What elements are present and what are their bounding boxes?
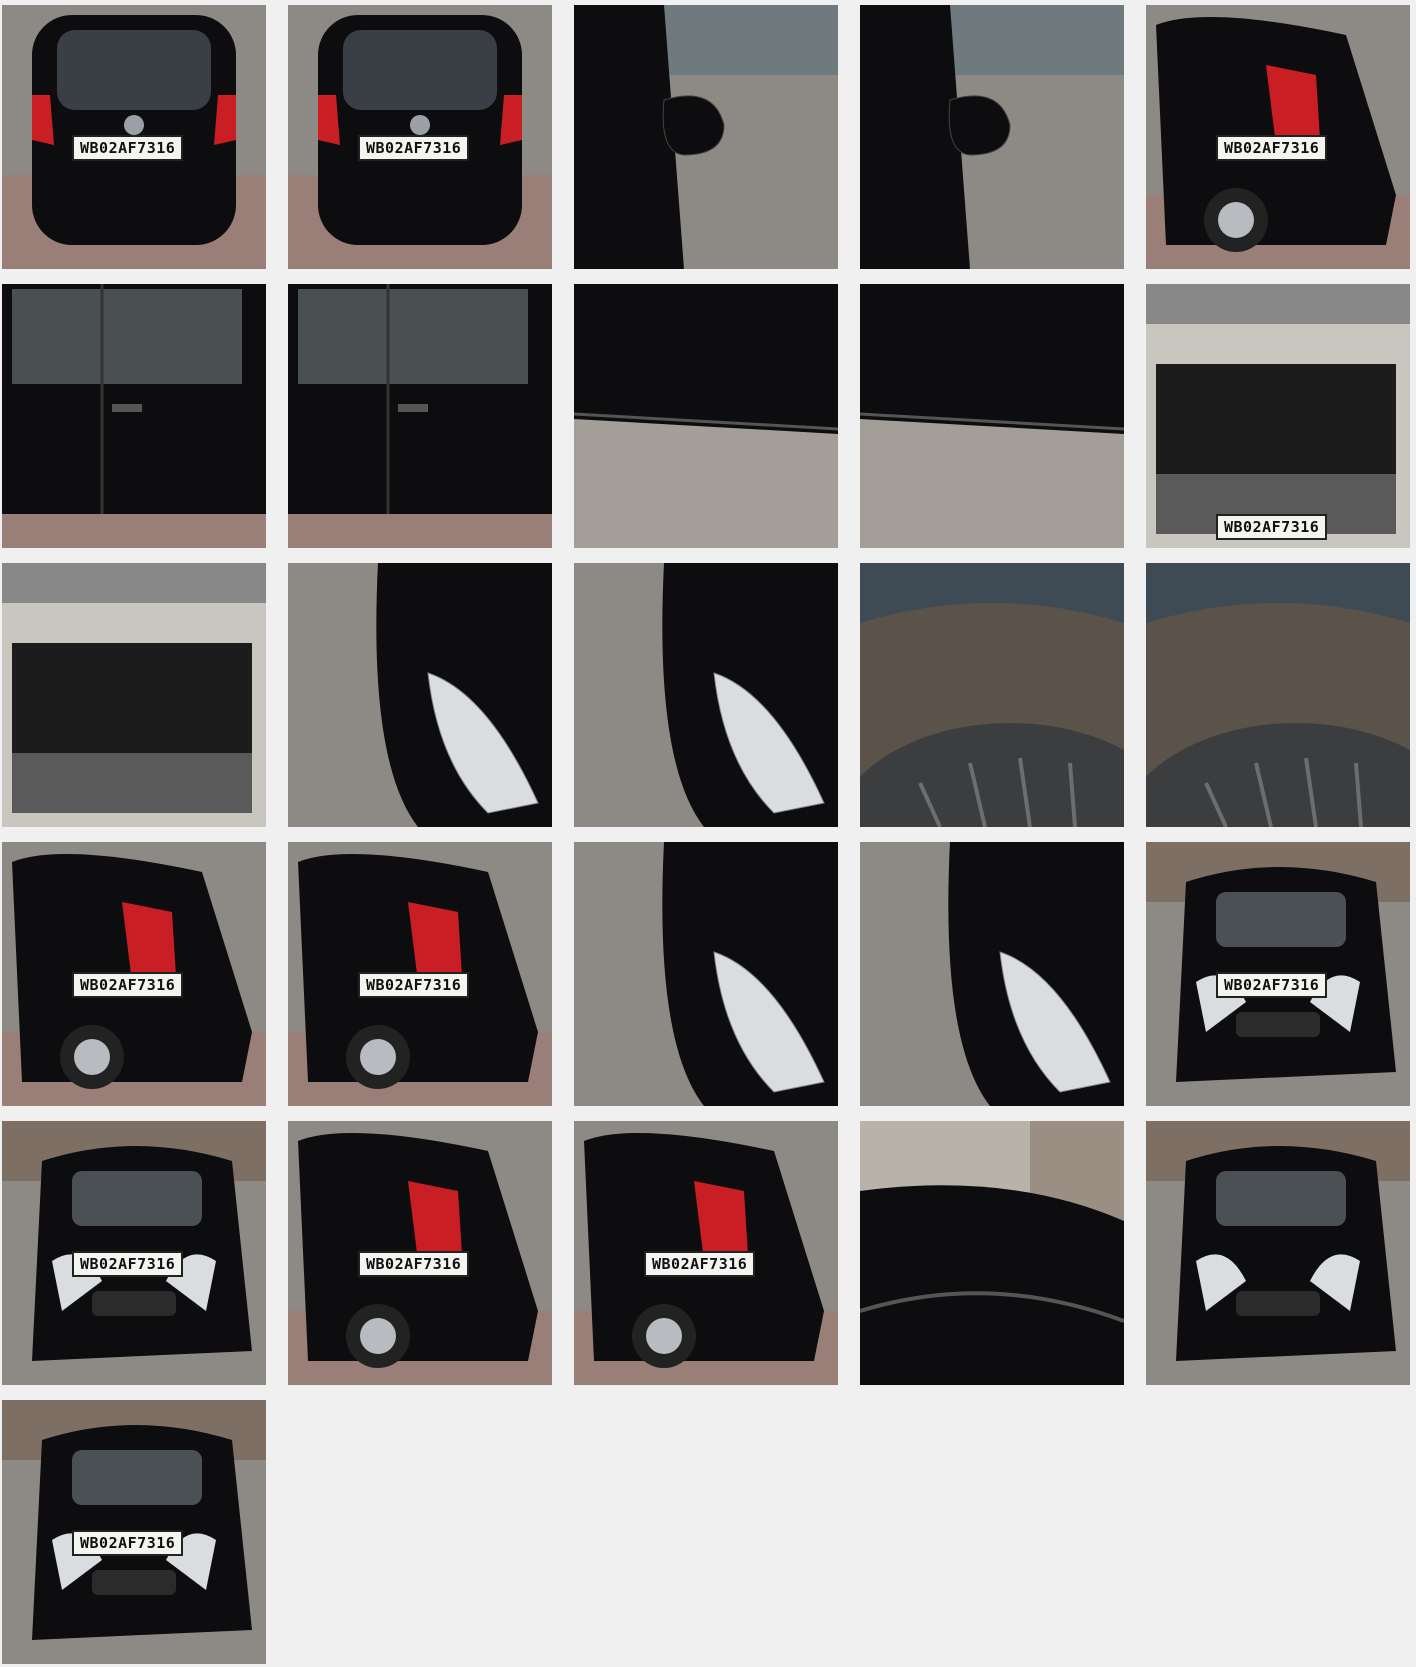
photo-thumbnail[interactable] <box>574 842 838 1106</box>
car-photo-front <box>1146 1121 1410 1385</box>
car-photo-boot <box>2 563 266 827</box>
license-plate: WB02AF7316 <box>72 972 184 998</box>
license-plate: WB02AF7316 <box>72 1530 184 1556</box>
photo-thumbnail[interactable]: WB02AF7316 <box>288 5 552 269</box>
car-photo-door-sill <box>860 284 1124 548</box>
photo-thumbnail[interactable]: WB02AF7316 <box>288 842 552 1106</box>
car-photo-headlight <box>574 563 838 827</box>
license-plate: WB02AF7316 <box>1216 514 1328 540</box>
license-plate: WB02AF7316 <box>72 135 184 161</box>
car-photo-roof <box>860 1121 1124 1385</box>
photo-thumbnail[interactable] <box>2 563 266 827</box>
car-photo-doors <box>2 284 266 548</box>
car-photo-doors <box>288 284 552 548</box>
photo-thumbnail[interactable] <box>2 284 266 548</box>
photo-thumbnail[interactable]: WB02AF7316 <box>574 1121 838 1385</box>
photo-thumbnail[interactable]: WB02AF7316 <box>2 5 266 269</box>
photo-thumbnail[interactable] <box>860 284 1124 548</box>
photo-thumbnail[interactable] <box>288 563 552 827</box>
photo-thumbnail[interactable] <box>574 5 838 269</box>
photo-thumbnail[interactable]: WB02AF7316 <box>2 1400 266 1664</box>
car-photo-headlight <box>860 842 1124 1106</box>
license-plate: WB02AF7316 <box>72 1251 184 1277</box>
photo-thumbnail[interactable]: WB02AF7316 <box>1146 5 1410 269</box>
car-photo-headlight <box>288 563 552 827</box>
photo-thumbnail[interactable] <box>1146 1121 1410 1385</box>
license-plate: WB02AF7316 <box>1216 135 1328 161</box>
car-photo-boot <box>1146 284 1410 548</box>
license-plate: WB02AF7316 <box>358 135 470 161</box>
car-photo-wheel-arch <box>860 563 1124 827</box>
photo-thumbnail[interactable] <box>860 1121 1124 1385</box>
car-photo-door-sill <box>574 284 838 548</box>
photo-thumbnail[interactable]: WB02AF7316 <box>2 1121 266 1385</box>
license-plate: WB02AF7316 <box>1216 972 1328 998</box>
car-photo-headlight <box>574 842 838 1106</box>
car-photo-wheel-arch <box>1146 563 1410 827</box>
photo-thumbnail[interactable] <box>288 284 552 548</box>
license-plate: WB02AF7316 <box>358 972 470 998</box>
photo-gallery: WB02AF7316 WB02AF7316 WB02AF7316 WB02AF7… <box>0 0 1416 1667</box>
photo-thumbnail[interactable] <box>574 563 838 827</box>
photo-thumbnail[interactable] <box>860 563 1124 827</box>
photo-thumbnail[interactable] <box>1146 563 1410 827</box>
license-plate: WB02AF7316 <box>644 1251 756 1277</box>
car-photo-side-mirror <box>860 5 1124 269</box>
car-photo-side-mirror <box>574 5 838 269</box>
photo-thumbnail[interactable]: WB02AF7316 <box>1146 842 1410 1106</box>
photo-thumbnail[interactable] <box>574 284 838 548</box>
photo-thumbnail[interactable]: WB02AF7316 <box>2 842 266 1106</box>
photo-thumbnail[interactable] <box>860 5 1124 269</box>
photo-thumbnail[interactable]: WB02AF7316 <box>1146 284 1410 548</box>
photo-thumbnail[interactable]: WB02AF7316 <box>288 1121 552 1385</box>
photo-thumbnail[interactable] <box>860 842 1124 1106</box>
license-plate: WB02AF7316 <box>358 1251 470 1277</box>
